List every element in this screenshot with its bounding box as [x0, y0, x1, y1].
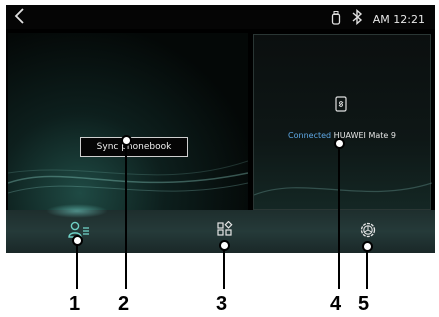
callout-dot-2 — [121, 135, 132, 146]
callout-dot-3 — [219, 240, 230, 251]
clock: AM 12:21 — [372, 12, 425, 26]
connected-device-panel[interactable]: Connected HUAWEI Mate 9 — [253, 34, 432, 210]
callout-dot-5 — [362, 241, 373, 252]
apps-grid-icon[interactable] — [217, 220, 233, 242]
callout-number-4: 4 — [330, 293, 342, 315]
active-tab-glow — [46, 204, 108, 218]
callout-dot-4 — [334, 138, 345, 149]
callout-number-3: 3 — [216, 293, 228, 315]
callout-dot-1 — [72, 235, 83, 246]
back-chevron-icon[interactable] — [14, 8, 26, 28]
head-unit-screen: AM 12:21 Sync phonebook Connected HUAWEI… — [6, 5, 435, 253]
callout-line-2 — [125, 139, 127, 289]
phone-link-icon — [335, 96, 347, 116]
callout-number-2: 2 — [118, 293, 130, 315]
bluetooth-icon — [351, 8, 363, 29]
callout-line-1 — [76, 239, 78, 289]
usb-icon — [331, 10, 341, 29]
status-bar: AM 12:21 — [6, 5, 435, 29]
connected-label: Connected — [288, 131, 332, 140]
background-wave — [254, 182, 432, 196]
callout-line-4 — [338, 142, 340, 289]
settings-gear-icon[interactable] — [359, 221, 377, 243]
sync-phonebook-button[interactable]: Sync phonebook — [80, 137, 188, 157]
callout-number-5: 5 — [358, 293, 370, 315]
background-wave — [8, 160, 248, 194]
callout-number-1: 1 — [69, 293, 81, 315]
phonebook-panel: Sync phonebook — [8, 33, 248, 211]
